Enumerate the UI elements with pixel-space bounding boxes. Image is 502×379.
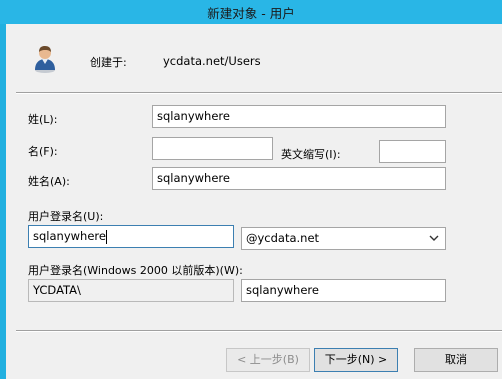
last-name-input[interactable]: sqlanywhere	[152, 105, 446, 128]
full-name-label: 姓名(A):	[28, 175, 70, 188]
dialog-body: 创建于: ycdata.net/Users 姓(L): sqlanywhere …	[6, 24, 502, 379]
created-in-label: 创建于:	[90, 56, 127, 69]
separator	[16, 92, 502, 94]
logon-name-label: 用户登录名(U):	[28, 210, 104, 223]
logon-name-input[interactable]: sqlanywhere	[28, 225, 234, 248]
first-name-input[interactable]	[152, 137, 273, 160]
created-in-value: ycdata.net/Users	[163, 54, 261, 68]
pre2000-logon-input[interactable]: sqlanywhere	[241, 279, 446, 302]
separator	[16, 330, 502, 332]
first-name-label: 名(F):	[28, 145, 58, 158]
window-title: 新建对象 - 用户	[207, 6, 295, 21]
pre2000-domain-field: YCDATA\	[28, 279, 234, 302]
text-caret	[105, 229, 107, 244]
initials-label: 英文缩写(I):	[281, 148, 341, 161]
last-name-label: 姓(L):	[28, 113, 58, 126]
user-icon	[35, 46, 55, 73]
domain-suffix-select[interactable]: @ycdata.net	[241, 227, 446, 250]
logon-name-value: sqlanywhere	[33, 229, 106, 243]
back-button[interactable]: < 上一步(B)	[226, 348, 310, 372]
next-button[interactable]: 下一步(N) >	[314, 348, 398, 372]
initials-input[interactable]	[379, 140, 446, 163]
domain-suffix-value: @ycdata.net	[246, 231, 320, 245]
pre2000-logon-label: 用户登录名(Windows 2000 以前版本)(W):	[28, 264, 243, 277]
title-bar: 新建对象 - 用户	[0, 0, 502, 24]
chevron-down-icon	[429, 235, 439, 241]
full-name-input[interactable]: sqlanywhere	[152, 167, 446, 190]
cancel-button[interactable]: 取消	[414, 348, 498, 372]
